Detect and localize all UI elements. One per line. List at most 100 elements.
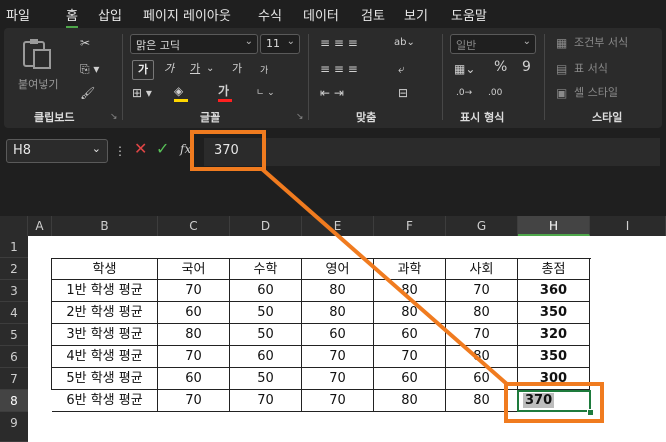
menu-help[interactable]: 도움말 [451,5,487,24]
table-cell[interactable]: 70 [158,390,230,412]
table-cell[interactable]: 60 [374,368,446,390]
table-cell[interactable]: 60 [230,346,302,368]
table-cell[interactable]: 80 [374,302,446,324]
table-cell[interactable]: 70 [374,346,446,368]
table-cell[interactable]: 80 [302,302,374,324]
table-cell[interactable]: 60 [230,280,302,302]
table-cell[interactable]: 50 [230,324,302,346]
table-cell-total[interactable]: 350 [518,302,590,324]
table-cell[interactable]: 1반 학생 평균 [52,280,158,302]
row-header-6[interactable]: 6 [0,346,28,368]
table-cell[interactable]: 80 [302,280,374,302]
borders-icon[interactable]: ⊞ ▾ [132,86,152,100]
table-cell[interactable]: 70 [230,390,302,412]
row-header-9[interactable]: 9 [0,412,28,442]
indent-icon[interactable]: ⇤ ⇥ [320,86,344,100]
fill-color-icon[interactable]: ◈ [174,84,183,98]
table-cell[interactable]: 60 [158,368,230,390]
format-table-icon[interactable]: ▤ [556,62,567,76]
conditional-format-icon[interactable]: ▦ [556,36,567,50]
table-cell-total[interactable]: 320 [518,324,590,346]
launcher-icon[interactable]: ↘ [110,110,118,124]
table-header[interactable]: 총점 [518,259,590,280]
cancel-icon[interactable]: ✕ [134,141,147,157]
row-header-2[interactable]: 2 [0,258,28,280]
table-cell[interactable]: 70 [302,390,374,412]
row-header-3[interactable]: 3 [0,280,28,302]
table-cell[interactable]: 80 [446,302,518,324]
menu-review[interactable]: 검토 [361,5,385,24]
table-cell[interactable]: 80 [158,324,230,346]
table-cell[interactable]: 6반 학생 평균 [52,390,158,412]
copy-icon[interactable]: ⎘ ▾ [80,62,99,76]
table-cell-total[interactable]: 360 [518,280,590,302]
menu-view[interactable]: 보기 [404,5,428,24]
col-header-i[interactable]: I [590,216,666,236]
insert-function-icon[interactable]: fx [180,142,191,156]
table-cell[interactable]: 70 [158,346,230,368]
table-cell[interactable]: 50 [230,368,302,390]
row-header-7[interactable]: 7 [0,368,28,390]
conditional-format-label[interactable]: 조건부 서식 [574,36,628,50]
table-cell[interactable]: 70 [446,324,518,346]
table-header[interactable]: 과학 [374,259,446,280]
font-size-combo[interactable]: 11 ⌄ [260,34,300,54]
table-cell[interactable]: 4반 학생 평균 [52,346,158,368]
cut-icon[interactable]: ✂ [80,36,90,50]
table-cell-total[interactable]: 350 [518,346,590,368]
table-cell[interactable]: 50 [230,302,302,324]
number-format-combo[interactable]: 일반 ⌄ [450,34,536,54]
cell-styles-label[interactable]: 셀 스타일 [574,86,618,100]
row-header-5[interactable]: 5 [0,324,28,346]
table-header[interactable]: 사회 [446,259,518,280]
col-header-h[interactable]: H [518,216,590,236]
col-header-c[interactable]: C [158,216,230,236]
table-header[interactable]: 영어 [302,259,374,280]
worksheet-grid[interactable]: A B C D E F G H I 1 2 3 4 5 6 7 8 9 학생 국… [0,216,666,442]
font-name-combo[interactable]: 맑은 고딕 ⌄ [130,34,258,54]
col-header-a[interactable]: A [28,216,52,236]
table-cell[interactable]: 80 [374,390,446,412]
table-cell[interactable]: 60 [158,302,230,324]
table-cell[interactable]: 80 [446,346,518,368]
menu-file[interactable]: 파일 [6,5,30,24]
col-header-b[interactable]: B [52,216,158,236]
shrink-font-button[interactable]: 가 [260,64,268,78]
font-color-icon[interactable]: 가 [218,84,229,98]
wrap-text-icon[interactable]: ⤶ [398,62,405,76]
col-header-f[interactable]: F [374,216,446,236]
row-header-8[interactable]: 8 [0,390,28,412]
table-cell-total[interactable]: 300 [518,368,590,390]
table-cell[interactable]: 70 [446,280,518,302]
menu-data[interactable]: 데이터 [303,5,339,24]
grow-font-button[interactable]: 가 [232,62,242,76]
table-header[interactable]: 학생 [52,259,158,280]
menu-insert[interactable]: 삽입 [98,5,122,24]
table-cell[interactable]: 70 [158,280,230,302]
table-header[interactable]: 수학 [230,259,302,280]
more-icon[interactable]: ⋮ [114,144,126,158]
underline-button[interactable]: 가 [190,62,200,76]
percent-icon[interactable]: % [494,60,507,74]
increase-decimal-icon[interactable]: .0→ [456,86,472,100]
table-cell[interactable]: 3반 학생 평균 [52,324,158,346]
table-cell[interactable]: 80 [374,280,446,302]
table-cell[interactable]: 60 [374,324,446,346]
row-header-4[interactable]: 4 [0,302,28,324]
format-painter-icon[interactable]: 🖌 [80,86,95,100]
formula-input[interactable]: 370 [204,138,660,166]
bold-button[interactable]: 가 [132,60,154,80]
paste-button[interactable]: 붙여넣기 [14,34,60,94]
table-header[interactable]: 국어 [158,259,230,280]
phonetic-icon[interactable]: ㄴ ⌄ [256,86,275,100]
orientation-icon[interactable]: ab⌄ [394,36,415,50]
col-header-e[interactable]: E [302,216,374,236]
merge-center-icon[interactable]: ⊟ [398,86,408,100]
table-cell[interactable]: 2반 학생 평균 [52,302,158,324]
col-header-g[interactable]: G [446,216,518,236]
menu-formulas[interactable]: 수식 [258,5,282,24]
align-left-icon[interactable]: ≡ ≡ ≡ [320,62,358,76]
accounting-icon[interactable]: ▦⌄ [454,62,475,76]
menu-home[interactable]: 홈 [66,5,78,28]
select-all-corner[interactable] [0,216,28,236]
